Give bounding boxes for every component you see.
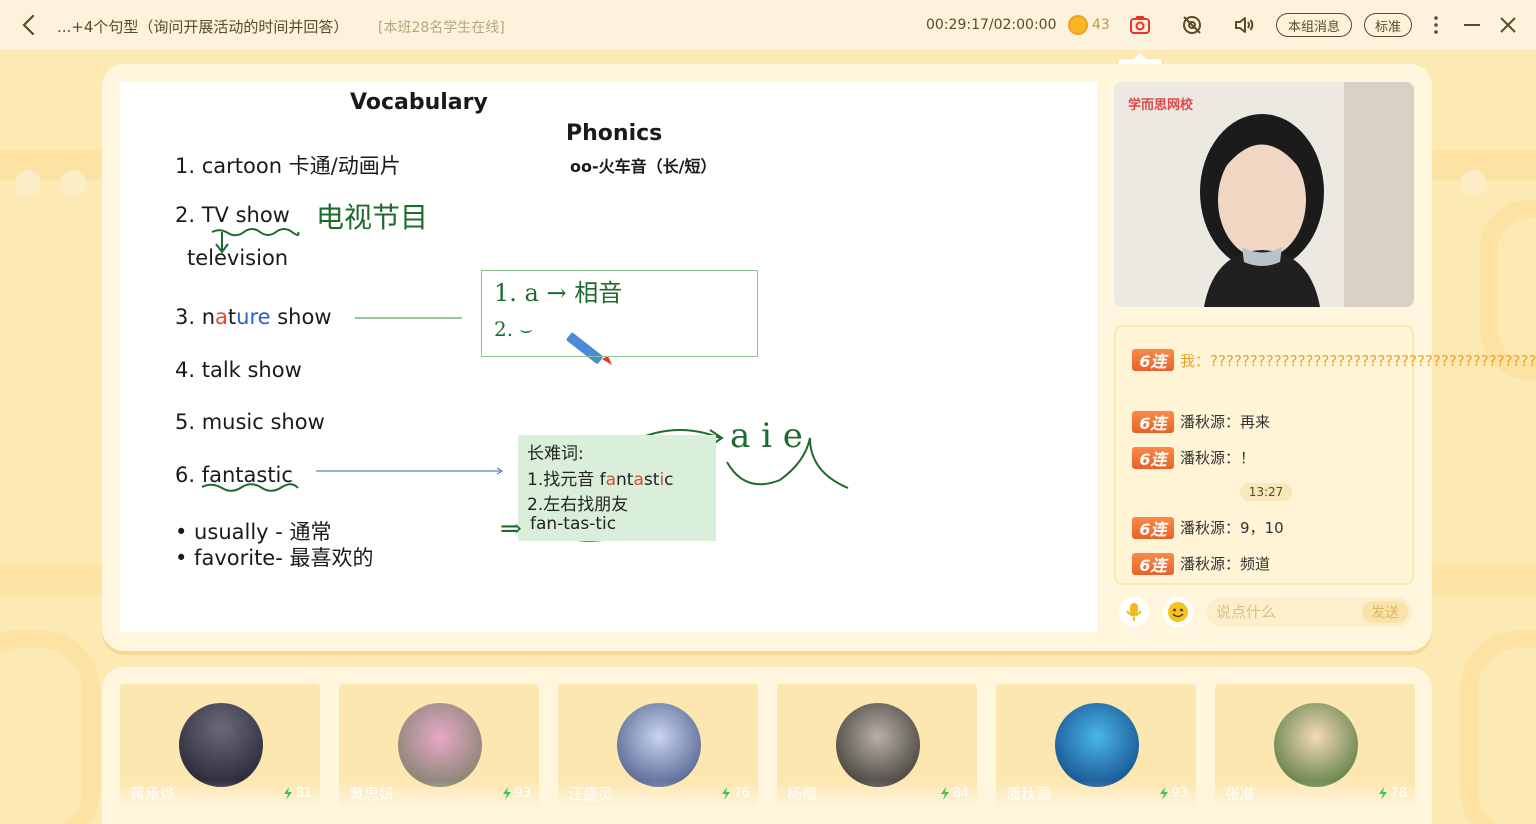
streak-badge: 6连 — [1132, 517, 1174, 539]
bg-decoration — [1460, 630, 1536, 824]
video-quality-button[interactable]: 标准 — [1364, 13, 1412, 37]
smiley-icon — [1168, 602, 1188, 622]
online-count: [本班28名学生在线] — [378, 20, 505, 36]
student-name: 张准 — [1225, 784, 1256, 803]
handwriting-arrow: ⇒ — [500, 514, 522, 544]
teacher-portrait — [1114, 82, 1414, 307]
chat-message: 6连 潘秋源：再来 — [1132, 411, 1270, 433]
school-logo: 学而思网校 — [1128, 98, 1194, 113]
student-score: 76 — [721, 786, 750, 801]
avatar — [1055, 703, 1139, 787]
long-word-title: 长难词: — [527, 444, 584, 464]
teacher-video[interactable]: 学而思网校 — [1114, 82, 1414, 307]
student-card[interactable]: 汪盛灵 76 — [558, 684, 758, 806]
streak-badge: 6连 — [1132, 553, 1174, 575]
chat-message: 6连 我：???????????????????????????????????… — [1132, 349, 1536, 374]
streak-badge: 6连 — [1132, 447, 1174, 469]
screenshot-camera-icon[interactable] — [1129, 14, 1151, 36]
camera-off-icon[interactable] — [1181, 14, 1203, 36]
chat-text: 潘秋源：再来 — [1180, 413, 1271, 431]
emoji-button[interactable] — [1163, 597, 1193, 627]
student-card[interactable]: 潘秋源 93 — [996, 684, 1196, 806]
chat-text: 潘秋源：频道 — [1180, 555, 1271, 573]
bg-decoration — [60, 170, 86, 196]
chat-timestamp: 13:27 — [1240, 483, 1292, 501]
handwriting-note-line1: 1. a → 相音 — [494, 279, 623, 307]
chat-message: 6连 潘秋源：9，10 — [1132, 517, 1284, 539]
student-card-footer: 张准 78 — [1215, 780, 1415, 806]
student-card[interactable]: 张准 78 — [1215, 684, 1415, 806]
student-name: 黄思妍 — [349, 784, 395, 803]
student-name: 蒋承烨 — [130, 784, 176, 803]
student-card-footer: 蒋承烨 81 — [120, 780, 320, 806]
student-card-footer: 黄思妍 93 — [339, 780, 539, 806]
student-name: 杨樱 — [787, 784, 818, 803]
student-score: 81 — [283, 786, 312, 801]
student-card[interactable]: 蒋承烨 81 — [120, 684, 320, 806]
student-card-footer: 杨樱 84 — [777, 780, 977, 806]
avatar — [1274, 703, 1358, 787]
energy-icon — [1160, 786, 1169, 800]
student-name: 潘秋源 — [1006, 784, 1052, 803]
group-messages-button[interactable]: 本组消息 — [1276, 13, 1352, 37]
coin-count: 43 — [1092, 17, 1110, 33]
send-button[interactable]: 发送 — [1362, 601, 1408, 623]
chat-panel: 6连 我：???????????????????????????????????… — [1114, 325, 1536, 585]
bg-decoration — [15, 170, 41, 196]
coin-icon — [1068, 15, 1088, 35]
avatar — [398, 703, 482, 787]
energy-icon — [722, 786, 731, 800]
energy-icon — [941, 786, 950, 800]
handwriting-note-line2: 2. ⌣ — [494, 317, 533, 341]
close-icon[interactable] — [1497, 14, 1519, 36]
microphone-icon — [1126, 603, 1142, 621]
avatar — [617, 703, 701, 787]
bg-decoration — [1460, 170, 1486, 196]
long-word-box: 长难词: 1.找元音 fantastic 2.左右找朋友 fan-tas-tic — [518, 435, 716, 541]
more-options-icon[interactable] — [1425, 14, 1447, 36]
energy-icon — [503, 786, 512, 800]
student-card-footer: 潘秋源 93 — [996, 780, 1196, 806]
note-box: 1. a → 相音 2. ⌣ — [481, 270, 758, 357]
energy-icon — [1379, 786, 1388, 800]
streak-badge: 6连 — [1132, 411, 1174, 433]
chat-message: 6连 潘秋源：频道 — [1132, 553, 1270, 575]
minimize-icon[interactable] — [1461, 14, 1483, 36]
long-word-step1: 1.找元音 fantastic — [527, 470, 674, 490]
student-score: 84 — [940, 786, 969, 801]
handwriting-vowels: a i e — [730, 416, 803, 456]
avatar — [836, 703, 920, 787]
top-bar: ...+4个句型（询问开展活动的时间并回答） [本班28名学生在线] 00:29… — [0, 0, 1536, 50]
long-word-step2: 2.左右找朋友 — [527, 495, 629, 515]
ink-layer — [201, 228, 849, 542]
long-word-syllables: fan-tas-tic — [530, 514, 617, 534]
student-score: 93 — [502, 786, 531, 801]
bg-decoration — [0, 630, 100, 824]
microphone-button[interactable] — [1119, 597, 1149, 627]
chat-text: 我：??????????????????????????????????????… — [1180, 352, 1536, 370]
whiteboard[interactable]: Vocabulary Phonics oo-火车音（长/短） 1. cartoo… — [120, 82, 1097, 632]
student-card-footer: 汪盛灵 76 — [558, 780, 758, 806]
student-score: 78 — [1378, 786, 1407, 801]
student-card[interactable]: 杨樱 84 — [777, 684, 977, 806]
student-score: 93 — [1159, 786, 1188, 801]
lesson-title: ...+4个句型（询问开展活动的时间并回答） — [57, 18, 349, 36]
chat-message: 6连 潘秋源：！ — [1132, 447, 1255, 469]
student-name: 汪盛灵 — [568, 784, 614, 803]
avatar — [179, 703, 263, 787]
energy-icon — [284, 786, 293, 800]
chat-text: 潘秋源：9，10 — [1180, 519, 1284, 537]
chat-text: 潘秋源：！ — [1180, 449, 1256, 467]
streak-badge: 6连 — [1132, 349, 1174, 371]
back-arrow-icon[interactable] — [18, 13, 40, 37]
student-card[interactable]: 黄思妍 93 — [339, 684, 539, 806]
speaker-icon[interactable] — [1233, 14, 1255, 36]
class-timer: 00:29:17/02:00:00 — [926, 17, 1057, 33]
